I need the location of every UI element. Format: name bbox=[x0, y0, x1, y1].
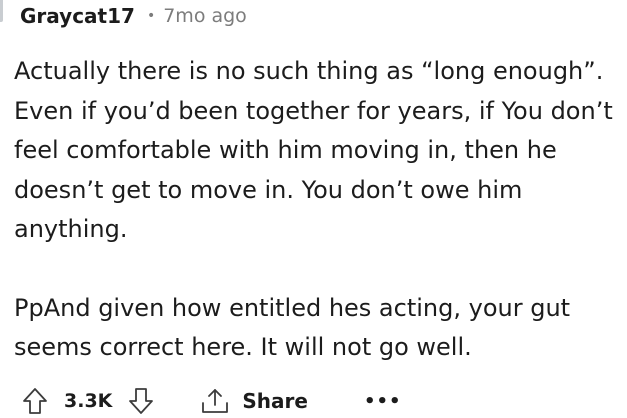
comment-paragraph: PpAnd given how entitled hes acting, you… bbox=[14, 293, 571, 362]
share-button[interactable]: Share bbox=[200, 387, 308, 415]
meta-separator: • bbox=[146, 8, 156, 24]
more-options-button[interactable]: ••• bbox=[364, 391, 402, 412]
comment-paragraph: Actually there is no such thing as “long… bbox=[14, 57, 613, 243]
share-icon bbox=[200, 387, 230, 415]
comment: Graycat17 • 7mo ago Actually there is no… bbox=[0, 0, 627, 415]
share-label: Share bbox=[242, 389, 308, 413]
thread-line[interactable] bbox=[0, 0, 3, 22]
comment-header: Graycat17 • 7mo ago bbox=[20, 2, 247, 30]
upvote-arrow-icon[interactable] bbox=[22, 387, 48, 415]
downvote-arrow-icon[interactable] bbox=[128, 387, 154, 415]
vote-count: 3.3K bbox=[64, 390, 113, 412]
comment-action-bar: 3.3K Share ••• bbox=[22, 384, 401, 418]
comment-body: Actually there is no such thing as “long… bbox=[14, 52, 626, 368]
username-link[interactable]: Graycat17 bbox=[20, 4, 135, 28]
comment-timestamp[interactable]: 7mo ago bbox=[163, 5, 247, 27]
